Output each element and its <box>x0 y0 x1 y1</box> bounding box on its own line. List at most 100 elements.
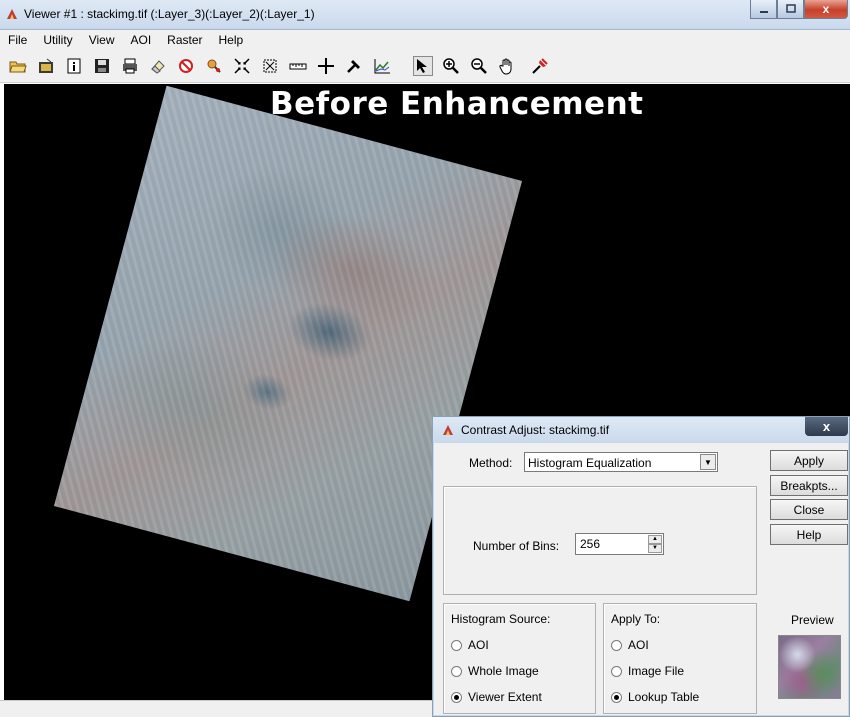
window-title: Viewer #1 : stackimg.tif (:Layer_3)(:Lay… <box>24 7 315 21</box>
save-button[interactable] <box>92 56 112 76</box>
radio-label: Whole Image <box>468 664 539 678</box>
measure-button[interactable] <box>288 56 308 76</box>
crosshair-icon <box>318 58 334 74</box>
maximize-icon <box>785 4 796 13</box>
histogram-source-panel: Histogram Source: AOI Whole Image Viewer… <box>443 603 596 714</box>
chevron-down-icon[interactable]: ▼ <box>700 454 716 470</box>
menu-file[interactable]: File <box>0 30 35 50</box>
close-dialog-button[interactable]: Close <box>770 499 848 520</box>
method-value: Histogram Equalization <box>528 456 652 470</box>
radio-indicator <box>611 691 622 703</box>
open-layer-button[interactable] <box>36 56 56 76</box>
print-button[interactable] <box>120 56 140 76</box>
eraser-button[interactable] <box>148 56 168 76</box>
menu-view[interactable]: View <box>81 30 123 50</box>
radio-source-aoi[interactable]: AOI <box>451 638 489 652</box>
pick-button[interactable] <box>344 56 364 76</box>
measure-icon <box>289 63 307 70</box>
radio-source-viewer-extent[interactable]: Viewer Extent <box>451 690 542 704</box>
method-select[interactable]: Histogram Equalization ▼ <box>524 452 718 472</box>
radio-label: Lookup Table <box>628 690 700 704</box>
inquire-button[interactable] <box>204 56 224 76</box>
bins-value: 256 <box>580 537 601 551</box>
eraser-icon <box>151 60 165 74</box>
zoom-in-button[interactable] <box>441 56 461 76</box>
zoom-out-button[interactable] <box>469 56 489 76</box>
apply-to-label: Apply To: <box>611 612 661 626</box>
close-icon: x <box>822 419 831 434</box>
open-icon <box>9 61 27 73</box>
app-icon <box>7 9 17 19</box>
pan-hand-button[interactable] <box>497 56 517 76</box>
menu-help[interactable]: Help <box>211 30 252 50</box>
radio-indicator <box>611 665 622 677</box>
radio-apply-lookup-table[interactable]: Lookup Table <box>611 690 699 704</box>
radio-indicator <box>451 691 462 703</box>
maximize-button[interactable] <box>777 0 804 19</box>
link-icon <box>532 58 548 74</box>
contrast-adjust-dialog: Contrast Adjust: stackimg.tif x Method: … <box>432 416 850 717</box>
stepper-down-icon[interactable]: ▼ <box>648 544 662 553</box>
close-icon: x <box>822 2 830 16</box>
radio-label: Viewer Extent <box>468 690 542 704</box>
help-button[interactable]: Help <box>770 524 848 545</box>
menu-bar: File Utility View AOI Raster Help <box>0 30 850 50</box>
profile-button[interactable] <box>372 56 392 76</box>
save-icon <box>95 59 109 73</box>
profile-icon <box>374 59 390 74</box>
window-controls: x <box>750 0 848 20</box>
clear-view-button[interactable] <box>176 56 196 76</box>
radio-label: AOI <box>628 638 649 652</box>
radio-source-whole-image[interactable]: Whole Image <box>451 664 539 678</box>
scale-icon <box>263 59 277 73</box>
radio-indicator <box>451 639 462 651</box>
dialog-close-button[interactable]: x <box>805 417 848 436</box>
info-button[interactable] <box>64 56 84 76</box>
toolbar <box>0 50 850 83</box>
radio-indicator <box>451 665 462 677</box>
menu-raster[interactable]: Raster <box>159 30 210 50</box>
preview-label: Preview <box>791 613 834 627</box>
menu-aoi[interactable]: AOI <box>122 30 159 50</box>
close-button[interactable]: x <box>804 0 848 19</box>
minimize-button[interactable] <box>750 0 777 19</box>
apply-to-panel: Apply To: AOI Image File Lookup Table <box>603 603 757 714</box>
pan-hand-icon <box>499 58 512 75</box>
preview-thumbnail <box>778 635 841 699</box>
pick-icon <box>347 60 360 73</box>
menu-utility[interactable]: Utility <box>35 30 80 50</box>
histogram-source-label: Histogram Source: <box>451 612 551 626</box>
radio-indicator <box>611 639 622 651</box>
clear-view-icon <box>179 59 193 73</box>
bins-stepper[interactable]: 256 ▲ ▼ <box>575 533 664 555</box>
overlay-title: Before Enhancement <box>270 86 644 122</box>
zoom-fit-icon <box>234 58 250 74</box>
minimize-icon <box>759 11 768 13</box>
radio-apply-aoi[interactable]: AOI <box>611 638 649 652</box>
method-label: Method: <box>469 456 513 470</box>
open-button[interactable] <box>8 56 28 76</box>
print-icon <box>123 58 137 74</box>
inquire-icon <box>207 59 221 73</box>
link-button[interactable] <box>530 56 550 76</box>
radio-label: Image File <box>628 664 685 678</box>
window-titlebar: Viewer #1 : stackimg.tif (:Layer_3)(:Lay… <box>0 0 850 30</box>
apply-button[interactable]: Apply <box>770 450 848 471</box>
dialog-titlebar: Contrast Adjust: stackimg.tif x <box>433 417 849 443</box>
select-arrow-button[interactable] <box>413 56 433 76</box>
zoom-in-icon <box>443 58 459 74</box>
bins-label: Number of Bins: <box>473 539 560 553</box>
dialog-title: Contrast Adjust: stackimg.tif <box>461 423 610 437</box>
crosshair-button[interactable] <box>316 56 336 76</box>
zoom-fit-button[interactable] <box>232 56 252 76</box>
app-icon <box>443 425 453 435</box>
breakpts-button[interactable]: Breakpts... <box>770 475 848 496</box>
select-arrow-icon <box>417 59 427 73</box>
zoom-out-icon <box>471 58 487 74</box>
scale-button[interactable] <box>260 56 280 76</box>
open-layer-icon <box>39 58 53 73</box>
radio-apply-image-file[interactable]: Image File <box>611 664 684 678</box>
stepper-up-icon[interactable]: ▲ <box>648 535 662 544</box>
info-icon <box>67 58 81 74</box>
radio-label: AOI <box>468 638 489 652</box>
